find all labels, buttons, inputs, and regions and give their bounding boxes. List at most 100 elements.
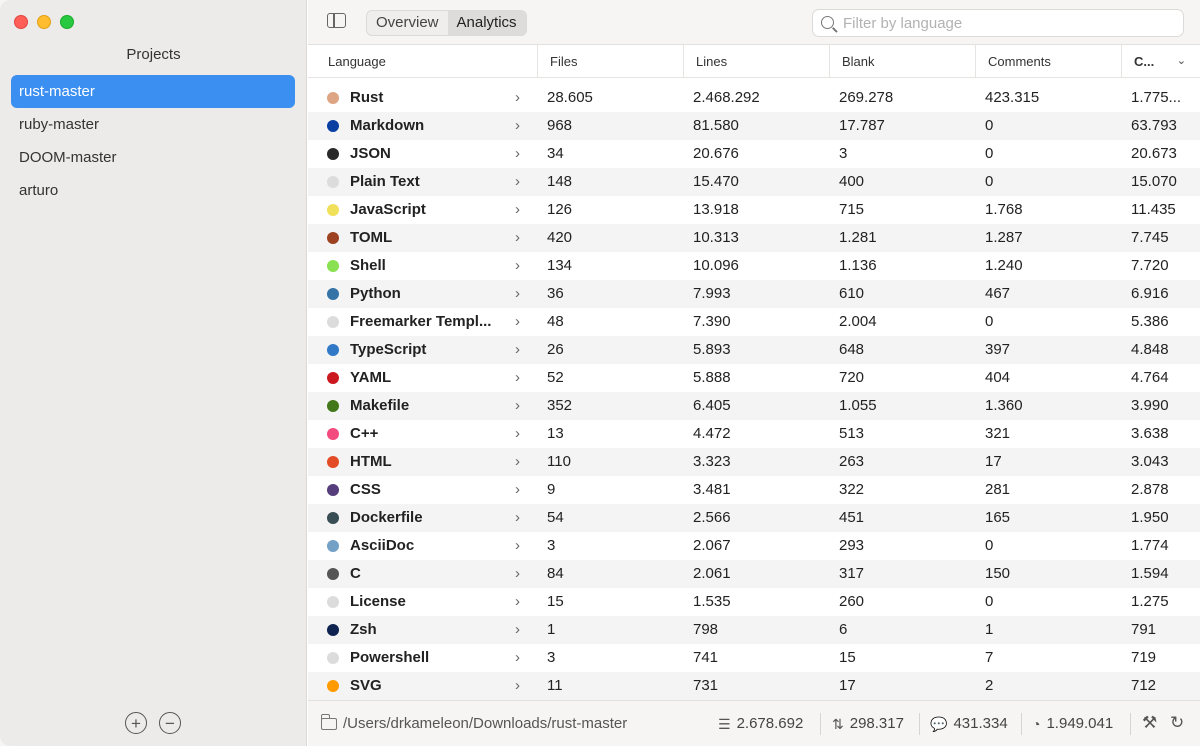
table-row[interactable]: CSS › 9 3.481 322 281 2.878 (308, 476, 1200, 504)
project-item[interactable]: arturo (11, 174, 295, 207)
total-comments-stat: 💬 431.334 (930, 701, 1008, 746)
table-row[interactable]: C++ › 13 4.472 513 321 3.638 (308, 420, 1200, 448)
table-row[interactable]: AsciiDoc › 3 2.067 293 0 1.774 (308, 532, 1200, 560)
code-cell: 719 (1131, 649, 1157, 666)
status-divider (1130, 713, 1131, 735)
column-header-code[interactable]: C... ⌄ (1121, 45, 1200, 78)
expand-chevron-icon[interactable]: › (515, 672, 520, 700)
lines-cell: 10.313 (693, 229, 739, 246)
column-header-blank[interactable]: Blank (829, 45, 975, 78)
expand-chevron-icon[interactable]: › (515, 280, 520, 308)
expand-chevron-icon[interactable]: › (515, 252, 520, 280)
code-cell: 3.043 (1131, 453, 1169, 470)
files-cell: 148 (547, 173, 573, 190)
table-row[interactable]: Dockerfile › 54 2.566 451 165 1.950 (308, 504, 1200, 532)
code-cell: 5.386 (1131, 313, 1169, 330)
table-row[interactable]: TypeScript › 26 5.893 648 397 4.848 (308, 336, 1200, 364)
search-input[interactable] (843, 10, 1173, 36)
comments-cell: 0 (985, 117, 994, 134)
expand-chevron-icon[interactable]: › (515, 84, 520, 112)
language-color-dot (327, 372, 339, 384)
expand-chevron-icon[interactable]: › (515, 140, 520, 168)
project-item[interactable]: rust-master (11, 75, 295, 108)
column-header-files[interactable]: Files (537, 45, 683, 78)
lines-cell: 5.893 (693, 341, 731, 358)
table-row[interactable]: JavaScript › 126 13.918 715 1.768 11.435 (308, 196, 1200, 224)
blank-cell: 293 (839, 537, 865, 554)
table-row[interactable]: Python › 36 7.993 610 467 6.916 (308, 280, 1200, 308)
add-project-button[interactable]: + (125, 712, 147, 734)
column-header-lines[interactable]: Lines (683, 45, 829, 78)
expand-chevron-icon[interactable]: › (515, 560, 520, 588)
lines-cell: 15.470 (693, 173, 739, 190)
table-row[interactable]: HTML › 110 3.323 263 17 3.043 (308, 448, 1200, 476)
table-row[interactable]: Shell › 134 10.096 1.136 1.240 7.720 (308, 252, 1200, 280)
expand-chevron-icon[interactable]: › (515, 168, 520, 196)
project-item[interactable]: DOOM-master (11, 141, 295, 174)
table-row[interactable]: YAML › 52 5.888 720 404 4.764 (308, 364, 1200, 392)
refresh-icon[interactable]: ↻ (1170, 713, 1184, 733)
expand-chevron-icon[interactable]: › (515, 420, 520, 448)
expand-chevron-icon[interactable]: › (515, 532, 520, 560)
minimize-window-button[interactable] (37, 15, 51, 29)
table-row[interactable]: C › 84 2.061 317 150 1.594 (308, 560, 1200, 588)
table-row[interactable]: JSON › 34 20.676 3 0 20.673 (308, 140, 1200, 168)
language-color-dot (327, 400, 339, 412)
table-row[interactable]: Zsh › 1 798 6 1 791 (308, 616, 1200, 644)
blank-cell: 513 (839, 425, 865, 442)
project-item[interactable]: ruby-master (11, 108, 295, 141)
expand-chevron-icon[interactable]: › (515, 224, 520, 252)
lines-cell: 13.918 (693, 201, 739, 218)
column-header-code-label: C... (1134, 54, 1155, 69)
blank-cell: 610 (839, 285, 865, 302)
project-list: rust-master ruby-master DOOM-master arturo (11, 75, 295, 207)
expand-chevron-icon[interactable]: › (515, 476, 520, 504)
table-row[interactable]: Freemarker Templ... › 48 7.390 2.004 0 5.386 (308, 308, 1200, 336)
blank-cell: 317 (839, 565, 865, 582)
column-header-language[interactable]: Language (316, 45, 537, 78)
table-row[interactable]: Plain Text › 148 15.470 400 0 15.070 (308, 168, 1200, 196)
expand-chevron-icon[interactable]: › (515, 448, 520, 476)
comments-cell: 1 (985, 621, 994, 638)
remove-project-button[interactable]: − (159, 712, 181, 734)
language-color-dot (327, 652, 339, 664)
code-cell: 712 (1131, 677, 1157, 694)
code-cell: 20.673 (1131, 145, 1177, 162)
language-color-dot (327, 512, 339, 524)
table-row[interactable]: SVG › 11 731 17 2 712 (308, 672, 1200, 700)
expand-chevron-icon[interactable]: › (515, 196, 520, 224)
sort-chevron-icon: ⌄ (1176, 55, 1186, 67)
files-cell: 352 (547, 397, 573, 414)
table-row[interactable]: Powershell › 3 741 15 7 719 (308, 644, 1200, 672)
table-row[interactable]: License › 15 1.535 260 0 1.275 (308, 588, 1200, 616)
tab-overview[interactable]: Overview (367, 11, 448, 35)
expand-chevron-icon[interactable]: › (515, 336, 520, 364)
column-header-comments[interactable]: Comments (975, 45, 1121, 78)
language-name: HTML (350, 453, 392, 470)
expand-chevron-icon[interactable]: › (515, 392, 520, 420)
expand-chevron-icon[interactable]: › (515, 588, 520, 616)
toolbar: Overview Analytics (308, 0, 1200, 45)
table-row[interactable]: Rust › 28.605 2.468.292 269.278 423.315 1.775.… (308, 84, 1200, 112)
expand-chevron-icon[interactable]: › (515, 364, 520, 392)
language-color-dot (327, 680, 339, 692)
tools-icon[interactable]: ⚒ (1142, 713, 1157, 733)
table-row[interactable]: TOML › 420 10.313 1.281 1.287 7.745 (308, 224, 1200, 252)
language-color-dot (327, 148, 339, 160)
blank-cell: 17.787 (839, 117, 885, 134)
comments-cell: 0 (985, 173, 994, 190)
table-row[interactable]: Markdown › 968 81.580 17.787 0 63.793 (308, 112, 1200, 140)
expand-chevron-icon[interactable]: › (515, 308, 520, 336)
tab-analytics[interactable]: Analytics (447, 11, 526, 35)
zoom-window-button[interactable] (60, 15, 74, 29)
expand-chevron-icon[interactable]: › (515, 504, 520, 532)
code-cell: 3.990 (1131, 397, 1169, 414)
expand-chevron-icon[interactable]: › (515, 616, 520, 644)
code-cell: 4.848 (1131, 341, 1169, 358)
sidebar-toggle-icon[interactable] (327, 13, 346, 28)
expand-chevron-icon[interactable]: › (515, 112, 520, 140)
table-row[interactable]: Makefile › 352 6.405 1.055 1.360 3.990 (308, 392, 1200, 420)
total-lines-stat: ☰ 2.678.692 (718, 701, 803, 746)
close-window-button[interactable] (14, 15, 28, 29)
expand-chevron-icon[interactable]: › (515, 644, 520, 672)
